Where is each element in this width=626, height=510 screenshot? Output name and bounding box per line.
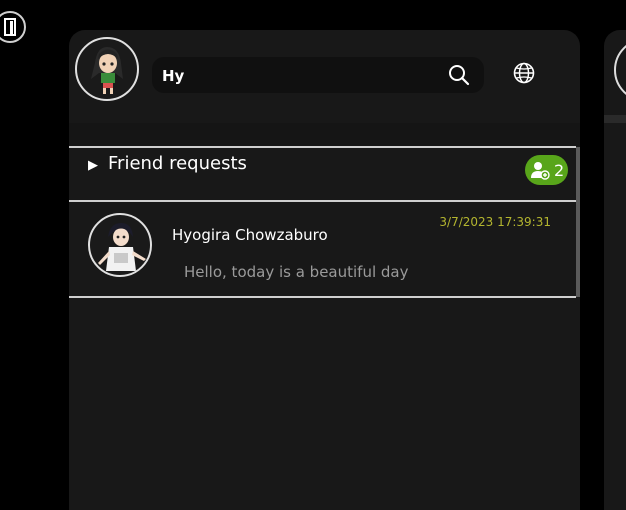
friend-requests-badge[interactable]: 2 xyxy=(525,155,568,185)
header-divider xyxy=(604,115,626,123)
header-divider xyxy=(69,123,580,146)
last-message-preview: Hello, today is a beautiful day xyxy=(184,263,409,281)
chat-list-panel: ▶ Friend requests 2 xyxy=(69,30,580,510)
contact-name: Hyogira Chowzaburo xyxy=(172,226,328,244)
conversation-panel xyxy=(604,30,626,510)
friend-requests-section[interactable]: ▶ Friend requests 2 xyxy=(69,146,576,202)
globe-icon[interactable] xyxy=(512,61,536,85)
search-input[interactable] xyxy=(160,57,434,95)
message-timestamp: 3/7/2023 17:39:31 xyxy=(439,215,551,229)
friend-requests-label: Friend requests xyxy=(108,153,247,174)
door-exit-icon xyxy=(4,18,16,36)
exit-button[interactable] xyxy=(0,11,26,43)
triangle-right-icon[interactable]: ▶ xyxy=(88,158,98,173)
chat-list-item[interactable]: Hyogira Chowzaburo 3/7/2023 17:39:31 Hel… xyxy=(69,203,576,298)
friend-requests-count: 2 xyxy=(554,160,565,180)
search-icon[interactable] xyxy=(448,64,470,86)
user-add-icon xyxy=(530,160,550,180)
avatar xyxy=(614,38,626,102)
scrollbar[interactable] xyxy=(576,147,580,297)
my-avatar-image xyxy=(91,47,123,94)
contact-avatar-image xyxy=(98,223,146,271)
search-bar xyxy=(152,57,484,95)
my-avatar[interactable] xyxy=(75,37,139,101)
avatar xyxy=(88,213,152,277)
